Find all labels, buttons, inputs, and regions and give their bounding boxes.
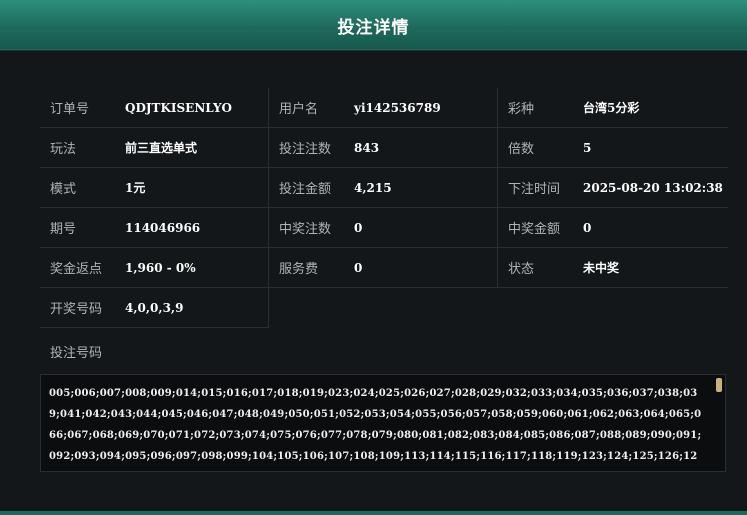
mode-label: 模式 xyxy=(50,181,77,196)
period-number-value: 114046966 xyxy=(125,220,201,235)
bet-count-label: 投注注数 xyxy=(279,141,332,156)
bet-time-cell: 下注时间 2025-08-20 13:02:38 xyxy=(498,168,728,208)
play-method-cell: 玩法 前三直选单式 xyxy=(40,128,269,168)
bet-amount-label: 投注金额 xyxy=(279,181,332,196)
order-number-value: QDJTKISENLYO xyxy=(125,100,232,115)
service-fee-value: 0 xyxy=(354,260,363,275)
bottom-divider xyxy=(0,511,747,515)
lottery-type-cell: 彩种 台湾5分彩 xyxy=(498,88,728,128)
winning-amount-value: 0 xyxy=(583,220,592,235)
bonus-rebate-cell: 奖金返点 1,960 - 0% xyxy=(40,248,269,288)
mode-cell: 模式 1元 xyxy=(40,168,269,208)
details-grid: 订单号 QDJTKISENLYO 用户名 yi142536789 彩种 台湾5分彩 玩… xyxy=(40,88,728,328)
username-value: yi142536789 xyxy=(354,100,441,115)
bet-amount-value: 4,215 xyxy=(354,180,392,195)
lottery-type-label: 彩种 xyxy=(508,101,535,116)
status-label: 状态 xyxy=(508,261,535,276)
winning-amount-label: 中奖金额 xyxy=(508,221,561,236)
username-cell: 用户名 yi142536789 xyxy=(269,88,498,128)
status-value: 未中奖 xyxy=(583,261,620,275)
multiplier-cell: 倍数 5 xyxy=(498,128,728,168)
service-fee-label: 服务费 xyxy=(279,261,319,276)
draw-number-label: 开奖号码 xyxy=(50,301,103,316)
bet-numbers-text: 005;006;007;008;009;014;015;016;017;018;… xyxy=(49,388,702,462)
username-label: 用户名 xyxy=(279,101,319,116)
order-number-label: 订单号 xyxy=(50,101,90,116)
winning-bets-label: 中奖注数 xyxy=(279,221,332,236)
details-panel: 订单号 QDJTKISENLYO 用户名 yi142536789 彩种 台湾5分彩 玩… xyxy=(40,88,728,362)
bonus-rebate-label: 奖金返点 xyxy=(50,261,103,276)
play-method-value: 前三直选单式 xyxy=(125,141,198,155)
period-number-cell: 期号 114046966 xyxy=(40,208,269,248)
lottery-type-value: 台湾5分彩 xyxy=(583,101,640,115)
bonus-rebate-value: 1,960 - 0% xyxy=(125,260,196,275)
bet-count-cell: 投注注数 843 xyxy=(269,128,498,168)
mode-value: 1元 xyxy=(125,181,146,195)
bet-count-value: 843 xyxy=(354,140,380,155)
period-number-label: 期号 xyxy=(50,221,77,236)
draw-number-cell: 开奖号码 4,0,0,3,9 xyxy=(40,288,269,328)
service-fee-cell: 服务费 0 xyxy=(269,248,498,288)
dialog-header: 投注详情 xyxy=(0,0,747,51)
winning-bets-value: 0 xyxy=(354,220,363,235)
draw-number-value: 4,0,0,3,9 xyxy=(125,300,184,315)
bet-numbers-label: 投注号码 xyxy=(50,345,103,360)
multiplier-label: 倍数 xyxy=(508,141,535,156)
order-number-cell: 订单号 QDJTKISENLYO xyxy=(40,88,269,128)
scrollbar-thumb[interactable] xyxy=(716,378,722,392)
bet-time-label: 下注时间 xyxy=(508,181,561,196)
bet-numbers-box[interactable]: 005;006;007;008;009;014;015;016;017;018;… xyxy=(40,374,726,472)
bet-time-value: 2025-08-20 13:02:38 xyxy=(583,180,723,195)
dialog-title: 投注详情 xyxy=(337,17,410,37)
multiplier-value: 5 xyxy=(583,140,592,155)
winning-amount-cell: 中奖金额 0 xyxy=(498,208,728,248)
bet-amount-cell: 投注金额 4,215 xyxy=(269,168,498,208)
play-method-label: 玩法 xyxy=(50,141,77,156)
status-cell: 状态 未中奖 xyxy=(498,248,728,288)
winning-bets-cell: 中奖注数 0 xyxy=(269,208,498,248)
